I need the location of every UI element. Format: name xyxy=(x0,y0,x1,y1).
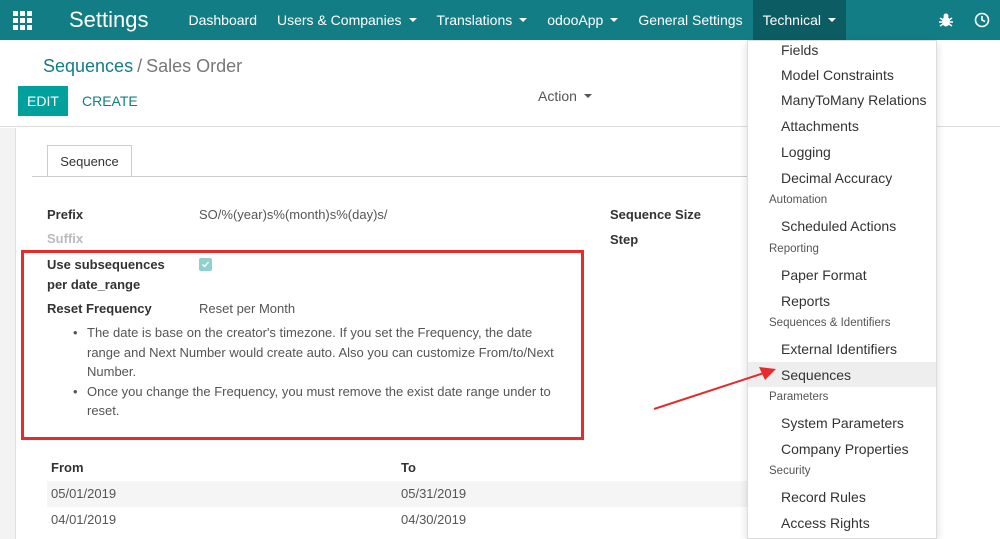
menu-item-model-constraints[interactable]: Model Constraints xyxy=(748,62,936,87)
breadcrumb: Sequences / Sales Order xyxy=(43,56,242,77)
step-label: Step xyxy=(610,232,639,247)
nav-menu-translations[interactable]: Translations xyxy=(427,0,538,40)
chevron-down-icon xyxy=(408,18,417,22)
sequence-size-label: Sequence Size xyxy=(610,207,702,222)
menu-item-company-properties[interactable]: Company Properties xyxy=(748,436,936,461)
menu-section-header: Automation xyxy=(769,194,828,206)
menu-item-attachments[interactable]: Attachments xyxy=(748,113,936,138)
edit-button[interactable]: EDIT xyxy=(18,86,68,116)
reset-frequency-label: Reset Frequency xyxy=(47,301,152,316)
help-note: The date is base on the creator's timezo… xyxy=(71,323,571,382)
nav-menu-label: Translations xyxy=(436,12,513,28)
menu-item-system-parameters[interactable]: System Parameters xyxy=(748,410,936,435)
menu-item-scheduled-actions[interactable]: Scheduled Actions xyxy=(748,213,936,238)
menu-section-header: Security xyxy=(769,465,811,477)
bug-icon[interactable] xyxy=(928,0,964,40)
help-note-line: Number. xyxy=(87,364,137,379)
technical-dropdown-menu: Fields Model Constraints ManyToMany Relati… xyxy=(747,40,937,539)
breadcrumb-separator: / xyxy=(137,56,143,76)
chevron-down-icon xyxy=(610,18,619,22)
menu-item-reports[interactable]: Reports xyxy=(748,288,936,313)
date-range-table-header: From To xyxy=(47,457,747,479)
breadcrumb-current: Sales Order xyxy=(146,56,243,76)
help-note-line: Once you change the Frequency, you must … xyxy=(87,383,551,399)
use-subsequences-checkbox[interactable] xyxy=(199,258,212,271)
nav-menu-technical[interactable]: Technical xyxy=(752,0,846,40)
prefix-label: Prefix xyxy=(47,207,84,222)
nav-menu-users-companies[interactable]: Users & Companies xyxy=(267,0,427,40)
help-notes: The date is base on the creator's timezo… xyxy=(71,323,571,421)
apps-menu-icon[interactable] xyxy=(0,0,44,40)
column-header-from[interactable]: From xyxy=(51,460,84,475)
nav-menu-label: General Settings xyxy=(638,12,743,28)
menu-item-sequences[interactable]: Sequences xyxy=(748,362,936,387)
main-menu: Dashboard Users & Companies Translations od… xyxy=(179,0,846,40)
tab-sequence[interactable]: Sequence xyxy=(47,145,132,177)
help-note: Once you change the Frequency, you must … xyxy=(71,382,571,421)
top-navbar: Settings Dashboard Users & Companies Trans… xyxy=(0,0,1000,40)
column-header-to[interactable]: To xyxy=(401,460,416,475)
prefix-value: SO/%(year)s%(month)s%(day)s/ xyxy=(199,207,388,222)
nav-menu-label: odooApp xyxy=(547,12,604,28)
chevron-down-icon xyxy=(519,18,528,22)
table-row[interactable]: 05/01/2019 05/31/2019 xyxy=(47,481,747,507)
action-dropdown[interactable]: Action xyxy=(538,88,592,104)
nav-menu-label: Users & Companies xyxy=(277,12,402,28)
use-subsequences-label-line2: per date_range xyxy=(47,277,141,292)
app-brand: Settings xyxy=(69,7,149,32)
chevron-down-icon xyxy=(583,94,592,98)
menu-item-paper-format[interactable]: Paper Format xyxy=(748,262,936,287)
suffix-label: Suffix xyxy=(47,231,84,246)
use-subsequences-label: Use subsequences xyxy=(47,257,165,272)
clock-icon[interactable] xyxy=(964,0,1000,40)
help-note-line: The date is base on the creator's timezo… xyxy=(87,325,533,340)
table-cell-to: 04/30/2019 xyxy=(401,512,467,527)
nav-menu-general-settings[interactable]: General Settings xyxy=(628,0,752,40)
menu-section-header: Sequences & Identifiers xyxy=(769,317,891,329)
menu-item-fields[interactable]: Fields xyxy=(748,41,936,62)
menu-item-external-identifiers[interactable]: External Identifiers xyxy=(748,336,936,361)
systray xyxy=(928,0,1000,40)
menu-item-decimal-accuracy[interactable]: Decimal Accuracy xyxy=(748,165,936,190)
help-note-line: reset. xyxy=(87,403,120,418)
nav-menu-odooapp[interactable]: odooApp xyxy=(537,0,628,40)
tab-divider xyxy=(32,176,747,177)
action-dropdown-label: Action xyxy=(538,88,577,104)
table-cell-from: 05/01/2019 xyxy=(51,486,117,501)
menu-item-logging[interactable]: Logging xyxy=(748,139,936,164)
checkmark-icon xyxy=(202,261,210,268)
nav-menu-label: Dashboard xyxy=(188,12,258,28)
nav-menu-dashboard[interactable]: Dashboard xyxy=(179,0,268,40)
help-note-line: range and Next Number would create auto.… xyxy=(87,344,554,360)
table-cell-from: 04/01/2019 xyxy=(51,512,117,527)
chevron-down-icon xyxy=(827,18,836,22)
create-button[interactable]: CREATE xyxy=(82,86,138,116)
reset-frequency-value[interactable]: Reset per Month xyxy=(199,301,295,316)
table-row[interactable]: 04/01/2019 04/30/2019 xyxy=(47,507,747,533)
table-cell-to: 05/31/2019 xyxy=(401,486,467,501)
breadcrumb-parent-link[interactable]: Sequences xyxy=(43,56,133,76)
nav-menu-label: Technical xyxy=(762,12,821,28)
menu-section-header: Parameters xyxy=(769,391,829,403)
menu-section-header: Reporting xyxy=(769,243,819,255)
menu-item-record-rules[interactable]: Record Rules xyxy=(748,484,936,509)
menu-item-manytomany-relations[interactable]: ManyToMany Relations xyxy=(748,87,936,112)
menu-item-access-rights[interactable]: Access Rights xyxy=(748,510,936,535)
